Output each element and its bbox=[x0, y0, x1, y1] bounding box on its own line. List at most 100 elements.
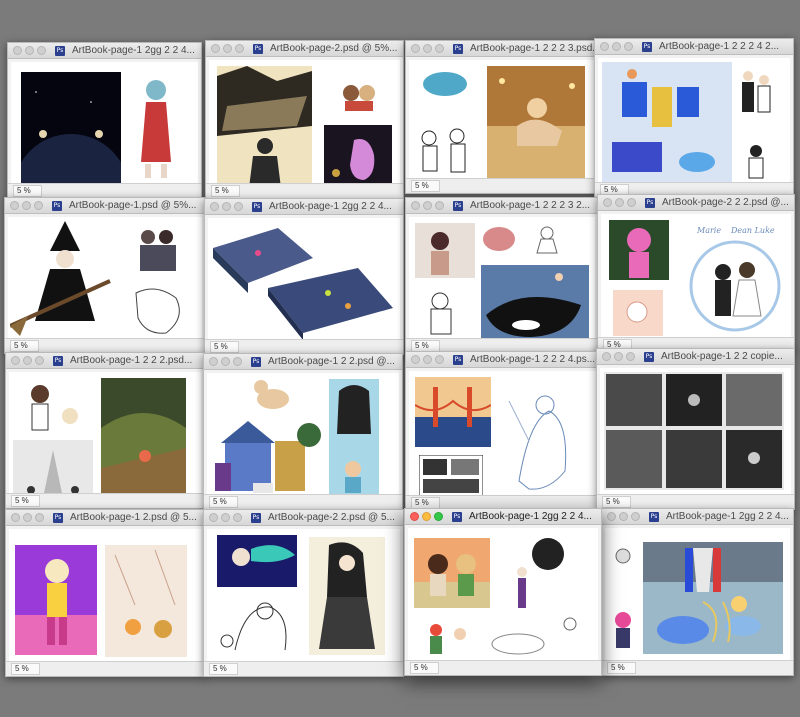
document-window-6[interactable]: Ps ArtBook-page-1 2gg 2 2 4... 5 % bbox=[204, 198, 404, 355]
document-canvas[interactable] bbox=[9, 529, 201, 662]
close-button[interactable] bbox=[210, 202, 219, 211]
close-button[interactable] bbox=[13, 46, 22, 55]
zoom-button[interactable] bbox=[434, 512, 443, 521]
zoom-button[interactable] bbox=[34, 201, 43, 210]
window-titlebar[interactable]: Ps ArtBook-page-1 2 2 2 3 2... bbox=[406, 198, 598, 214]
zoom-button[interactable] bbox=[35, 513, 44, 522]
close-button[interactable] bbox=[209, 513, 218, 522]
document-window-2[interactable]: Ps ArtBook-page-2.psd @ 5%... 5 % bbox=[205, 40, 404, 199]
window-titlebar[interactable]: Ps ArtBook-page-1 2gg 2 2 4... bbox=[405, 509, 601, 525]
zoom-button[interactable] bbox=[234, 202, 243, 211]
zoom-button[interactable] bbox=[631, 512, 640, 521]
window-titlebar[interactable]: Ps ArtBook-page-2.psd @ 5%... bbox=[206, 41, 403, 57]
document-canvas[interactable] bbox=[208, 218, 400, 340]
close-button[interactable] bbox=[411, 355, 420, 364]
window-titlebar[interactable]: Ps ArtBook-page-1 2 2 2.psd... bbox=[6, 353, 204, 369]
window-titlebar[interactable]: Ps ArtBook-page-1 2gg 2 2 4... bbox=[205, 199, 403, 215]
document-window-3[interactable]: Ps ArtBook-page-1 2 2 2 3.psd... 5 % bbox=[405, 40, 598, 194]
window-titlebar[interactable]: Ps ArtBook-page-2 2 2.psd @... bbox=[598, 195, 794, 211]
document-canvas[interactable] bbox=[11, 62, 198, 184]
close-button[interactable] bbox=[602, 352, 611, 361]
close-button[interactable] bbox=[11, 356, 20, 365]
zoom-level-field[interactable]: 5 % bbox=[209, 663, 238, 675]
close-button[interactable] bbox=[410, 512, 419, 521]
window-titlebar[interactable]: Ps ArtBook-page-1 2 2.psd @... bbox=[204, 354, 402, 370]
window-titlebar[interactable]: Ps ArtBook-page-2 2.psd @ 5... bbox=[204, 510, 403, 526]
window-titlebar[interactable]: Ps ArtBook-page-1 2 2 2 4.ps... bbox=[406, 352, 600, 368]
close-button[interactable] bbox=[10, 201, 19, 210]
window-titlebar[interactable]: Ps ArtBook-page-1 2gg 2 2 4... bbox=[602, 509, 793, 525]
zoom-level-field[interactable]: 5 % bbox=[411, 180, 440, 192]
zoom-button[interactable] bbox=[626, 352, 635, 361]
document-window-13[interactable]: Ps ArtBook-page-1 2.psd @ 5... 5 % bbox=[5, 509, 205, 677]
document-window-8[interactable]: Ps ArtBook-page-2 2 2.psd @... Marie Dea… bbox=[597, 194, 795, 353]
document-window-7[interactable]: Ps ArtBook-page-1 2 2 2 3 2... 5 % bbox=[405, 197, 599, 354]
close-button[interactable] bbox=[603, 198, 612, 207]
document-canvas[interactable] bbox=[598, 58, 790, 183]
document-window-15-active[interactable]: Ps ArtBook-page-1 2gg 2 2 4... 5 % bbox=[404, 508, 602, 676]
document-window-12[interactable]: Ps ArtBook-page-1 2 2 copie... 5 % bbox=[596, 348, 795, 510]
window-titlebar[interactable]: Ps ArtBook-page-1 2 2 copie... bbox=[597, 349, 794, 365]
document-canvas[interactable] bbox=[408, 528, 598, 661]
zoom-button[interactable] bbox=[233, 513, 242, 522]
zoom-level-field[interactable]: 5 % bbox=[209, 496, 238, 508]
window-titlebar[interactable]: Ps ArtBook-page-1 2.psd @ 5... bbox=[6, 510, 204, 526]
minimize-button[interactable] bbox=[612, 42, 621, 51]
close-button[interactable] bbox=[607, 512, 616, 521]
minimize-button[interactable] bbox=[423, 201, 432, 210]
minimize-button[interactable] bbox=[221, 513, 230, 522]
zoom-button[interactable] bbox=[37, 46, 46, 55]
minimize-button[interactable] bbox=[423, 44, 432, 53]
document-window-14[interactable]: Ps ArtBook-page-2 2.psd @ 5... 5 % bbox=[203, 509, 404, 677]
document-canvas[interactable] bbox=[409, 217, 595, 339]
document-canvas[interactable] bbox=[207, 373, 399, 495]
zoom-button[interactable] bbox=[435, 44, 444, 53]
minimize-button[interactable] bbox=[221, 357, 230, 366]
close-button[interactable] bbox=[209, 357, 218, 366]
minimize-button[interactable] bbox=[25, 46, 34, 55]
document-canvas[interactable] bbox=[8, 217, 202, 339]
minimize-button[interactable] bbox=[222, 202, 231, 211]
zoom-button[interactable] bbox=[435, 201, 444, 210]
window-titlebar[interactable]: Ps ArtBook-page-1 2 2 2 3.psd... bbox=[406, 41, 597, 57]
document-canvas[interactable] bbox=[409, 60, 594, 179]
document-window-10[interactable]: Ps ArtBook-page-1 2 2.psd @... 5 % bbox=[203, 353, 403, 510]
document-canvas[interactable] bbox=[409, 371, 597, 496]
document-window-9[interactable]: Ps ArtBook-page-1 2 2 2.psd... 5 % bbox=[5, 352, 205, 509]
zoom-button[interactable] bbox=[627, 198, 636, 207]
minimize-button[interactable] bbox=[614, 352, 623, 361]
document-window-16[interactable]: Ps ArtBook-page-1 2gg 2 2 4... 5 % bbox=[601, 508, 794, 676]
document-canvas[interactable] bbox=[207, 529, 400, 662]
zoom-level-field[interactable]: 5 % bbox=[602, 496, 631, 508]
zoom-button[interactable] bbox=[35, 356, 44, 365]
document-window-1[interactable]: Ps ArtBook-page-1 2gg 2 2 4... 5 % bbox=[7, 42, 202, 199]
document-window-4[interactable]: Ps ArtBook-page-1 2 2 2 4 2... 5 % bbox=[594, 38, 794, 198]
window-titlebar[interactable]: Ps ArtBook-page-1 2gg 2 2 4... bbox=[8, 43, 201, 59]
document-window-11[interactable]: Ps ArtBook-page-1 2 2 2 4.ps... 5 % bbox=[405, 351, 601, 511]
document-canvas[interactable] bbox=[600, 368, 791, 495]
minimize-button[interactable] bbox=[22, 201, 31, 210]
window-titlebar[interactable]: Ps ArtBook-page-1 2 2 2 4 2... bbox=[595, 39, 793, 55]
zoom-level-field[interactable]: 5 % bbox=[11, 663, 40, 675]
window-titlebar[interactable]: Ps ArtBook-page-1.psd @ 5%... bbox=[5, 198, 205, 214]
minimize-button[interactable] bbox=[223, 44, 232, 53]
document-canvas[interactable]: Marie Dean Luke bbox=[601, 214, 791, 338]
close-button[interactable] bbox=[411, 201, 420, 210]
zoom-level-field[interactable]: 5 % bbox=[13, 185, 42, 197]
zoom-level-field[interactable]: 5 % bbox=[10, 340, 39, 352]
close-button[interactable] bbox=[11, 513, 20, 522]
zoom-level-field[interactable]: 5 % bbox=[211, 185, 240, 197]
zoom-button[interactable] bbox=[233, 357, 242, 366]
close-button[interactable] bbox=[211, 44, 220, 53]
document-canvas[interactable] bbox=[9, 372, 201, 494]
zoom-level-field[interactable]: 5 % bbox=[210, 341, 239, 353]
zoom-button[interactable] bbox=[235, 44, 244, 53]
minimize-button[interactable] bbox=[23, 356, 32, 365]
close-button[interactable] bbox=[600, 42, 609, 51]
minimize-button[interactable] bbox=[619, 512, 628, 521]
close-button[interactable] bbox=[411, 44, 420, 53]
document-canvas[interactable] bbox=[605, 528, 790, 661]
minimize-button[interactable] bbox=[423, 355, 432, 364]
document-canvas[interactable] bbox=[209, 60, 400, 184]
minimize-button[interactable] bbox=[615, 198, 624, 207]
